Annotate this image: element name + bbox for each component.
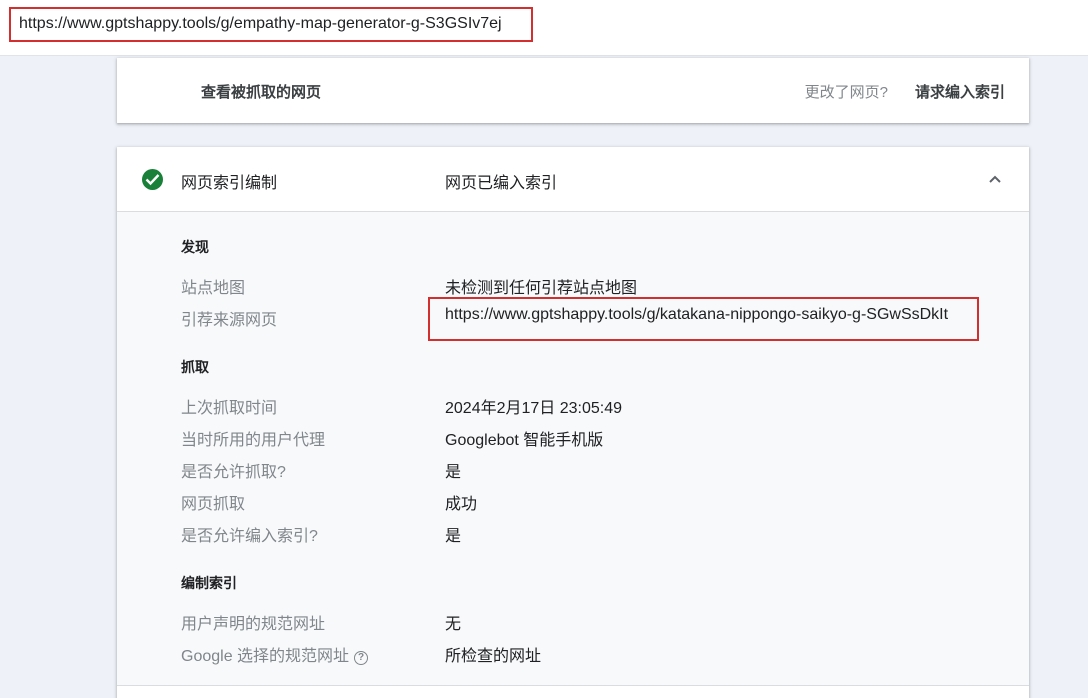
last-crawl-label: 上次抓取时间 [181,400,278,417]
page-indexing-status: 网页已编入索引 [445,175,558,192]
user-agent-value: Googlebot 智能手机版 [445,432,604,449]
indexing-allowed-value: 是 [445,528,462,545]
google-canonical-label-row: Google 选择的规范网址? [181,642,369,666]
address-url[interactable]: https://www.gptshappy.tools/g/empathy-ma… [9,7,533,42]
chevron-up-icon[interactable] [987,171,1003,187]
google-canonical-label: Google 选择的规范网址 [181,648,350,665]
user-canonical-value: 无 [445,616,462,633]
page-changed-text: 更改了网页? [804,84,888,101]
help-icon[interactable]: ? [354,651,369,665]
google-canonical-value: 所检查的网址 [445,648,542,665]
fetched-page-card: 查看被抓取的网页 更改了网页? 请求编入索引 [117,58,1029,123]
page-indexing-title: 网页索引编制 [181,175,278,192]
view-crawled-page-link[interactable]: 查看被抓取的网页 [201,81,321,102]
page-indexing-details: 发现 站点地图 未检测到任何引荐站点地图 引荐来源网页 https://www.… [117,212,1029,686]
address-bar: https://www.gptshappy.tools/g/empathy-ma… [0,0,1088,56]
check-circle-icon [142,169,163,190]
user-agent-label: 当时所用的用户代理 [181,432,326,449]
last-crawl-value: 2024年2月17日 23:05:49 [445,400,623,417]
referrer-value[interactable]: https://www.gptshappy.tools/g/katakana-n… [445,306,948,324]
sitemap-label: 站点地图 [181,280,246,297]
referrer-label: 引荐来源网页 [181,312,278,329]
page-fetch-value: 成功 [445,496,478,513]
page-indexing-card: 网页索引编制 网页已编入索引 发现 站点地图 未检测到任何引荐站点地图 引荐来源… [117,147,1029,698]
crawl-allowed-value: 是 [445,464,462,481]
user-canonical-label: 用户声明的规范网址 [181,616,326,633]
sitemap-value: 未检测到任何引荐站点地图 [445,280,638,297]
crawl-allowed-label: 是否允许抓取? [181,464,286,481]
request-indexing-button[interactable]: 请求编入索引 [915,81,1005,102]
indexing-allowed-label: 是否允许编入索引? [181,528,318,545]
page-fetch-label: 网页抓取 [181,496,246,513]
page-indexing-header[interactable]: 网页索引编制 网页已编入索引 [117,147,1029,212]
section-discovery-title: 发现 [181,239,209,255]
section-crawl-title: 抓取 [181,359,209,375]
section-indexing-title: 编制索引 [181,575,237,591]
